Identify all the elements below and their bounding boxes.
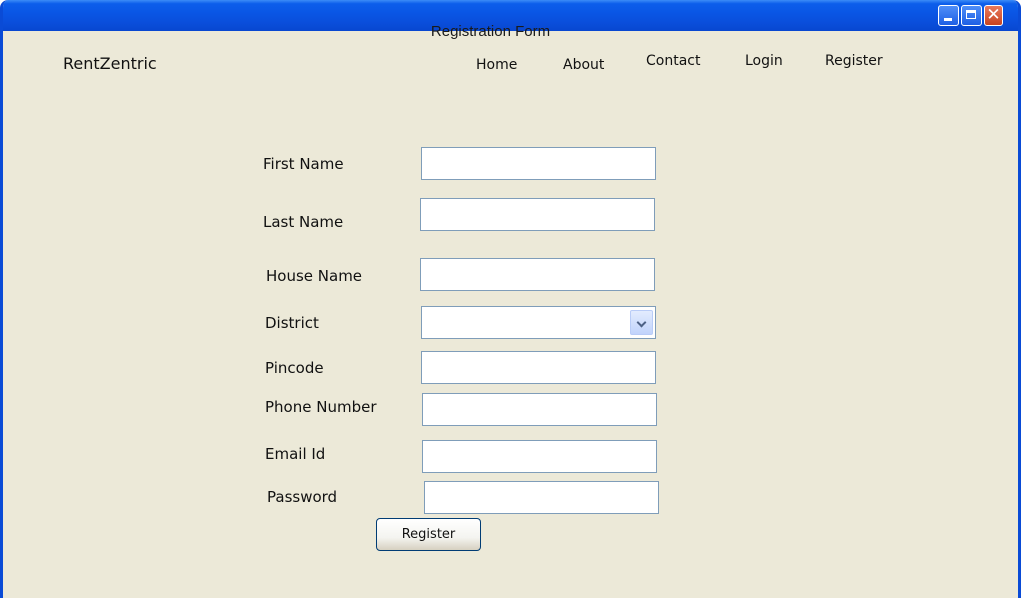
nav-login[interactable]: Login (745, 53, 783, 69)
close-glyph: ✕ (986, 5, 1001, 25)
last-name-label: Last Name (263, 213, 344, 231)
first-name-field[interactable] (421, 147, 656, 180)
registration-window: ✕ Registration Form RentZentric Home Abo… (0, 0, 1021, 598)
chevron-down-icon[interactable] (630, 310, 653, 335)
district-label: District (265, 314, 319, 332)
nav-about[interactable]: About (563, 57, 604, 73)
content-area: RentZentric Home About Contact Login Reg… (3, 31, 1018, 598)
first-name-label: First Name (263, 155, 344, 173)
house-name-field[interactable] (420, 258, 655, 291)
pincode-label: Pincode (265, 359, 324, 377)
email-field[interactable] (422, 440, 657, 473)
phone-number-field[interactable] (422, 393, 657, 426)
nav-contact[interactable]: Contact (646, 53, 700, 69)
phone-number-label: Phone Number (265, 398, 377, 416)
brand-name: RentZentric (63, 54, 157, 73)
nav-register[interactable]: Register (825, 53, 883, 69)
nav-home[interactable]: Home (476, 57, 517, 73)
password-field[interactable] (424, 481, 659, 514)
password-label: Password (267, 488, 338, 506)
pincode-field[interactable] (421, 351, 656, 384)
email-label: Email Id (265, 445, 326, 463)
house-name-label: House Name (266, 267, 363, 285)
last-name-field[interactable] (420, 198, 655, 231)
district-select[interactable] (421, 306, 656, 339)
register-button[interactable]: Register (376, 518, 481, 551)
